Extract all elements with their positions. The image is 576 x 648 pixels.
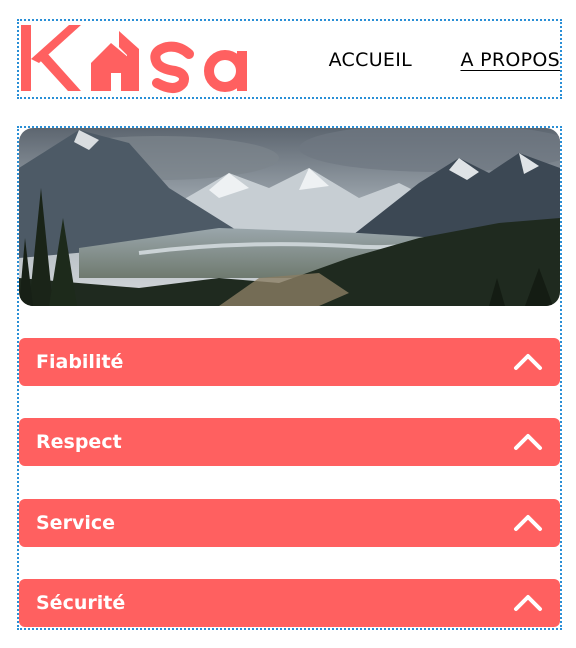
collapse-securite[interactable]: Sécurité xyxy=(19,579,560,627)
nav-link-accueil[interactable]: ACCUEIL xyxy=(329,49,412,71)
collapse-fiabilite[interactable]: Fiabilité xyxy=(19,338,560,386)
about-main: Fiabilité Respect Service Sécurité xyxy=(17,126,562,630)
collapse-title: Fiabilité xyxy=(36,351,124,373)
collapse-respect[interactable]: Respect xyxy=(19,418,560,466)
collapse-service[interactable]: Service xyxy=(19,499,560,547)
collapse-title: Respect xyxy=(36,431,122,453)
chevron-up-icon[interactable] xyxy=(513,592,543,612)
chevron-up-icon[interactable] xyxy=(513,512,543,532)
chevron-up-icon[interactable] xyxy=(513,431,543,451)
nav-link-a-propos[interactable]: A PROPOS xyxy=(460,49,560,71)
collapse-title: Service xyxy=(36,512,115,534)
site-header: ACCUEIL A PROPOS xyxy=(17,19,562,99)
kasa-logo[interactable] xyxy=(19,21,259,97)
collapse-title: Sécurité xyxy=(36,592,126,614)
kasa-logo-image xyxy=(21,25,247,93)
banner-image xyxy=(19,128,560,306)
chevron-up-icon[interactable] xyxy=(513,351,543,371)
